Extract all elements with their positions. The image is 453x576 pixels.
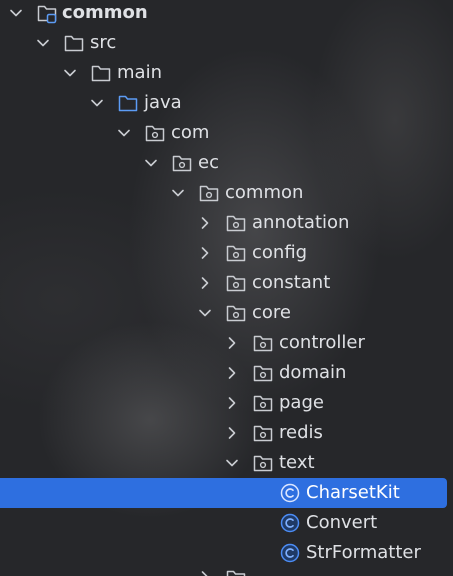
tree-item-label: text	[279, 452, 315, 473]
chevron-down-icon[interactable]	[35, 35, 51, 51]
chevron-down-icon[interactable]	[143, 155, 159, 171]
package-icon	[252, 362, 274, 384]
tree-item-strformatter[interactable]: StrFormatter	[0, 538, 453, 568]
class-icon	[279, 542, 301, 564]
tree-item-java[interactable]: java	[0, 88, 453, 118]
chevron-right-icon[interactable]	[224, 425, 240, 441]
tree-item-text[interactable]: text	[0, 448, 453, 478]
project-tree: common src main java com ec common annot…	[0, 0, 453, 576]
folder-icon	[90, 62, 112, 84]
chevron-right-icon[interactable]	[224, 395, 240, 411]
chevron-down-icon[interactable]	[89, 95, 105, 111]
tree-item-partial	[0, 568, 453, 576]
tree-item-common-package[interactable]: common	[0, 178, 453, 208]
chevron-down-icon[interactable]	[197, 305, 213, 321]
chevron-right-icon	[197, 569, 213, 576]
chevron-down-icon[interactable]	[116, 125, 132, 141]
tree-item-constant[interactable]: constant	[0, 268, 453, 298]
package-icon	[171, 152, 193, 174]
tree-item-label: Convert	[306, 512, 378, 533]
tree-item-annotation[interactable]: annotation	[0, 208, 453, 238]
package-icon	[252, 452, 274, 474]
package-icon	[225, 302, 247, 324]
package-icon	[225, 568, 247, 576]
package-icon	[252, 392, 274, 414]
tree-item-com[interactable]: com	[0, 118, 453, 148]
tree-item-common-module[interactable]: common	[0, 0, 453, 28]
tree-item-label: src	[90, 32, 117, 53]
chevron-down-icon[interactable]	[8, 5, 24, 21]
folder-icon	[63, 32, 85, 54]
tree-item-label: domain	[279, 362, 347, 383]
tree-item-label: common	[62, 2, 148, 23]
chevron-right-icon[interactable]	[224, 335, 240, 351]
chevron-down-icon[interactable]	[224, 455, 240, 471]
tree-item-label: constant	[252, 272, 331, 293]
tree-item-main[interactable]: main	[0, 58, 453, 88]
tree-item-label: java	[144, 92, 182, 113]
tree-item-redis[interactable]: redis	[0, 418, 453, 448]
class-icon	[279, 482, 301, 504]
class-icon	[279, 512, 301, 534]
chevron-down-icon[interactable]	[170, 185, 186, 201]
tree-item-convert[interactable]: Convert	[0, 508, 453, 538]
tree-item-domain[interactable]: domain	[0, 358, 453, 388]
tree-item-label: controller	[279, 332, 365, 353]
package-icon	[144, 122, 166, 144]
tree-item-src[interactable]: src	[0, 28, 453, 58]
tree-item-label: page	[279, 392, 324, 413]
tree-item-charsetkit[interactable]: CharsetKit	[0, 478, 447, 508]
tree-item-label: annotation	[252, 212, 350, 233]
chevron-right-icon[interactable]	[197, 215, 213, 231]
tree-item-controller[interactable]: controller	[0, 328, 453, 358]
module-folder-icon	[36, 2, 58, 24]
package-icon	[252, 422, 274, 444]
chevron-right-icon[interactable]	[197, 275, 213, 291]
chevron-right-icon[interactable]	[197, 245, 213, 261]
tree-item-core[interactable]: core	[0, 298, 453, 328]
tree-item-label: common	[225, 182, 304, 203]
tree-item-config[interactable]: config	[0, 238, 453, 268]
package-icon	[225, 242, 247, 264]
package-icon	[225, 272, 247, 294]
chevron-down-icon[interactable]	[62, 65, 78, 81]
tree-item-label: CharsetKit	[306, 482, 400, 503]
tree-item-label: core	[252, 302, 291, 323]
package-icon	[225, 212, 247, 234]
tree-item-label: main	[117, 62, 162, 83]
tree-item-label: StrFormatter	[306, 542, 421, 563]
tree-item-ec[interactable]: ec	[0, 148, 453, 178]
tree-item-label: redis	[279, 422, 323, 443]
source-root-folder-icon	[117, 92, 139, 114]
tree-item-label: config	[252, 242, 308, 263]
chevron-right-icon[interactable]	[224, 365, 240, 381]
tree-item-label: com	[171, 122, 210, 143]
tree-item-label: ec	[198, 152, 219, 173]
package-icon	[252, 332, 274, 354]
package-icon	[198, 182, 220, 204]
tree-item-page[interactable]: page	[0, 388, 453, 418]
